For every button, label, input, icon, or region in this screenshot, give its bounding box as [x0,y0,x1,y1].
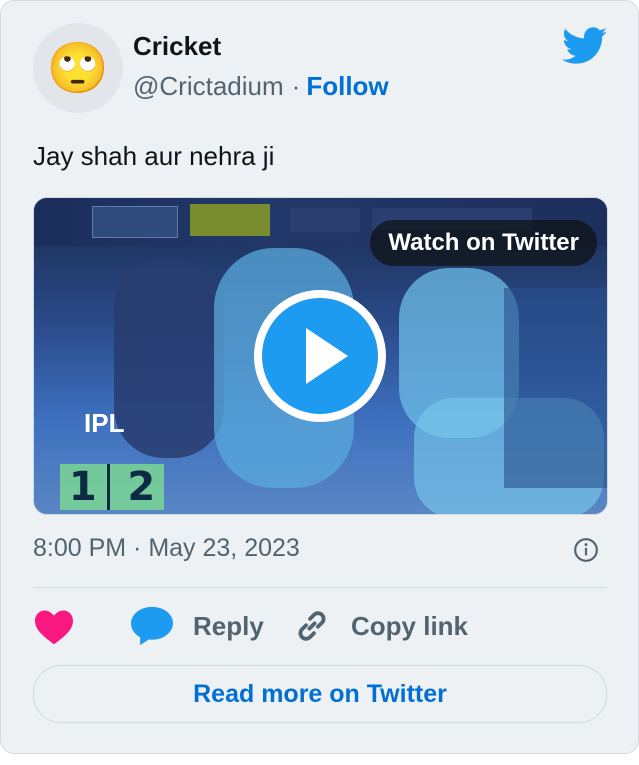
read-more-label: Read more on Twitter [193,679,447,708]
score-right: 2 [127,464,156,510]
tweet-text: Jay shah aur nehra ji [33,141,275,171]
watch-label: Watch on Twitter [388,229,579,256]
reply-button[interactable]: Reply [129,601,264,651]
link-icon [298,611,326,641]
avatar[interactable]: 🙄 [33,23,123,113]
score-left: 1 [69,464,110,510]
tweet-timestamp[interactable]: 8:00 PM · May 23, 2023 [33,534,300,563]
heart-icon [35,610,73,645]
copy-link-button[interactable]: Copy link [291,601,468,651]
player-figure [114,258,224,458]
sponsor-board [92,206,178,238]
action-bar: Reply Copy link [33,601,607,651]
tweet-card: 🙄 Cricket @Crictadium · Follow Jay shah au… [0,0,639,754]
score-overlay: 1 2 [60,464,164,510]
sponsor-board [190,204,270,236]
video-thumbnail[interactable]: IPL 1 2 Watch on Twitter [33,197,608,515]
separator-dot: · [291,71,301,101]
watch-on-twitter-badge[interactable]: Watch on Twitter [370,220,597,266]
like-button[interactable] [33,601,75,651]
follow-button[interactable]: Follow [306,71,388,101]
handle-row: @Crictadium · Follow [133,71,389,102]
sponsor-board [290,208,360,232]
copy-link-label: Copy link [351,610,469,641]
reply-bubble-icon [131,606,173,646]
reply-label: Reply [193,610,264,641]
author-name[interactable]: Cricket [133,31,221,62]
info-icon[interactable] [573,537,599,563]
divider [33,587,607,588]
read-more-button[interactable]: Read more on Twitter [33,665,607,723]
author-handle[interactable]: @Crictadium [133,71,284,101]
play-icon[interactable] [252,288,388,424]
ipl-logo: IPL [84,408,125,438]
avatar-emoji: 🙄 [46,40,110,96]
player-figure [504,288,607,488]
twitter-bird-icon[interactable] [562,27,608,65]
